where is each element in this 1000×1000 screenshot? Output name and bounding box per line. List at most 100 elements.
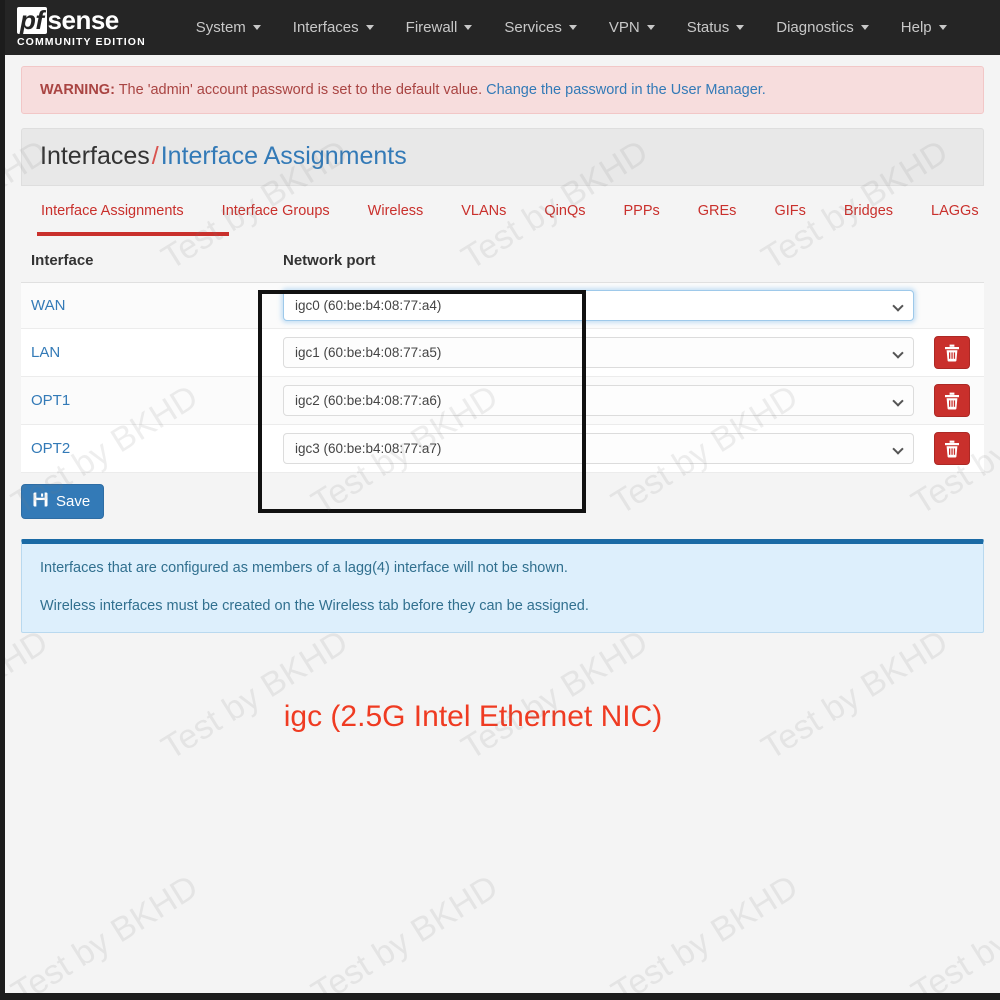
warning-text: The 'admin' account password is set to t… xyxy=(114,82,487,98)
column-header-interface: Interface xyxy=(21,244,273,283)
tab-bridges[interactable]: Bridges xyxy=(825,203,912,219)
tab-gres[interactable]: GREs xyxy=(679,203,756,219)
watermark-text: Test by BKHD xyxy=(5,867,205,993)
nav-item-interfaces-label: Interfaces xyxy=(292,19,359,36)
chevron-down-icon xyxy=(892,347,904,359)
column-header-network-port: Network port xyxy=(273,244,924,283)
cell-actions xyxy=(924,424,984,473)
tab-interface-groups[interactable]: Interface Groups xyxy=(203,203,349,219)
table-row: OPT2 igc3 (60:be:b4:08:77:a7) xyxy=(21,424,984,473)
cell-network-port: igc2 (60:be:b4:08:77:a6) xyxy=(273,376,924,425)
nav-item-status-label: Status xyxy=(686,19,730,36)
annotation-caption: igc (2.5G Intel Ethernet NIC) xyxy=(283,700,663,733)
cell-interface: WAN xyxy=(21,282,273,329)
table-head: Interface Network port xyxy=(21,244,984,283)
save-button[interactable]: Save xyxy=(21,484,105,519)
brand-subtitle: COMMUNITY EDITION xyxy=(17,36,146,48)
trash-icon xyxy=(945,344,959,361)
watermark-text: Test by BKHD xyxy=(905,868,1000,993)
active-tab-indicator xyxy=(37,232,229,236)
nav-item-vpn-label: VPN xyxy=(608,19,640,36)
delete-interface-button-lan[interactable] xyxy=(934,336,970,369)
nav-item-help[interactable]: Help xyxy=(885,13,963,42)
cell-interface: LAN xyxy=(21,328,273,377)
network-port-value-opt1: igc2 (60:be:b4:08:77:a6) xyxy=(295,393,442,408)
interface-assignments-table: Interface Network port WAN igc0 (60:be:b… xyxy=(21,244,984,473)
cell-network-port: igc1 (60:be:b4:08:77:a5) xyxy=(273,328,924,377)
cell-network-port: igc3 (60:be:b4:08:77:a7) xyxy=(273,424,924,473)
nav-item-status[interactable]: Status xyxy=(671,13,761,42)
save-icon xyxy=(33,492,48,511)
cell-network-port: igc0 (60:be:b4:08:77:a4) xyxy=(273,282,924,329)
page-title: Interfaces/Interface Assignments xyxy=(21,128,984,186)
info-line-2: Wireless interfaces must be created on t… xyxy=(40,598,589,614)
cell-actions xyxy=(924,376,984,425)
chevron-down-icon xyxy=(892,300,904,312)
network-port-select-opt1[interactable]: igc2 (60:be:b4:08:77:a6) xyxy=(283,385,914,416)
cell-interface: OPT1 xyxy=(21,376,273,425)
interface-link-opt1[interactable]: OPT1 xyxy=(31,392,70,409)
watermark-text: Test by BKHD xyxy=(155,622,355,768)
nav-item-interfaces[interactable]: Interfaces xyxy=(277,13,390,42)
network-port-select-opt2[interactable]: igc3 (60:be:b4:08:77:a7) xyxy=(283,433,914,464)
column-header-actions xyxy=(924,244,984,283)
watermark-text: Test by BKHD xyxy=(5,622,55,767)
interface-link-wan[interactable]: WAN xyxy=(31,297,65,314)
nav-item-help-label: Help xyxy=(900,19,932,36)
warning-prefix: WARNING: xyxy=(40,82,115,98)
tab-qinqs[interactable]: QinQs xyxy=(525,203,604,219)
tab-bar: Interface Assignments Interface Groups W… xyxy=(21,186,984,236)
chevron-down-icon xyxy=(860,25,869,30)
watermark-text: Test by BKHD xyxy=(455,622,655,768)
tab-interface-assignments[interactable]: Interface Assignments xyxy=(21,203,203,219)
nav-item-diagnostics[interactable]: Diagnostics xyxy=(760,13,885,42)
interface-link-opt2[interactable]: OPT2 xyxy=(31,440,70,457)
chevron-down-icon xyxy=(892,395,904,407)
top-navbar: pf sense COMMUNITY EDITION System Interfa… xyxy=(5,0,1000,55)
chevron-down-icon xyxy=(646,25,655,30)
chevron-down-icon xyxy=(252,25,261,30)
network-port-select-wan[interactable]: igc0 (60:be:b4:08:77:a4) xyxy=(283,290,914,321)
info-line-1: Interfaces that are configured as member… xyxy=(40,560,568,576)
network-port-select-lan[interactable]: igc1 (60:be:b4:08:77:a5) xyxy=(283,337,914,368)
main-content: WARNING: The 'admin' account password is… xyxy=(5,55,1000,633)
nav-item-system[interactable]: System xyxy=(180,13,277,42)
interface-link-lan[interactable]: LAN xyxy=(31,344,60,361)
password-warning-banner: WARNING: The 'admin' account password is… xyxy=(21,66,984,114)
chevron-down-icon xyxy=(464,25,473,30)
nav-item-diagnostics-label: Diagnostics xyxy=(776,19,854,36)
tab-laggs[interactable]: LAGGs xyxy=(912,203,998,219)
watermark-text: Test by BKHD xyxy=(605,867,805,993)
cell-interface: OPT2 xyxy=(21,424,273,473)
cell-actions xyxy=(924,328,984,377)
network-port-value-wan: igc0 (60:be:b4:08:77:a4) xyxy=(295,298,442,313)
breadcrumb-separator: / xyxy=(151,142,159,170)
chevron-down-icon xyxy=(568,25,577,30)
change-password-link[interactable]: Change the password in the User Manager. xyxy=(486,82,766,98)
table-row: OPT1 igc2 (60:be:b4:08:77:a6) xyxy=(21,376,984,425)
brand-logo-wordmark: pf sense xyxy=(17,7,146,34)
table-row: LAN igc1 (60:be:b4:08:77:a5) xyxy=(21,328,984,377)
delete-interface-button-opt2[interactable] xyxy=(934,432,970,465)
tab-gifs[interactable]: GIFs xyxy=(755,203,824,219)
chevron-down-icon xyxy=(736,25,745,30)
brand-pf-text: pf xyxy=(17,7,47,34)
save-button-label: Save xyxy=(56,493,91,510)
brand-logo[interactable]: pf sense COMMUNITY EDITION xyxy=(17,7,146,48)
chevron-down-icon xyxy=(365,25,374,30)
pfsense-page: pf sense COMMUNITY EDITION System Interfa… xyxy=(0,0,1000,1000)
nav-item-services-label: Services xyxy=(504,19,562,36)
nav-item-firewall[interactable]: Firewall xyxy=(390,13,489,42)
delete-interface-button-opt1[interactable] xyxy=(934,384,970,417)
nav-item-system-label: System xyxy=(195,19,246,36)
nav-item-vpn[interactable]: VPN xyxy=(593,13,671,42)
trash-icon xyxy=(945,440,959,457)
watermark-text: Test by BKHD xyxy=(755,622,955,768)
network-port-value-opt2: igc3 (60:be:b4:08:77:a7) xyxy=(295,441,442,456)
interface-assignments-table-wrap: Interface Network port WAN igc0 (60:be:b… xyxy=(21,244,984,473)
tab-wireless[interactable]: Wireless xyxy=(349,203,443,219)
tab-ppps[interactable]: PPPs xyxy=(605,203,679,219)
nav-item-services[interactable]: Services xyxy=(488,13,593,42)
brand-sense-text: sense xyxy=(47,5,120,35)
tab-vlans[interactable]: VLANs xyxy=(442,203,525,219)
